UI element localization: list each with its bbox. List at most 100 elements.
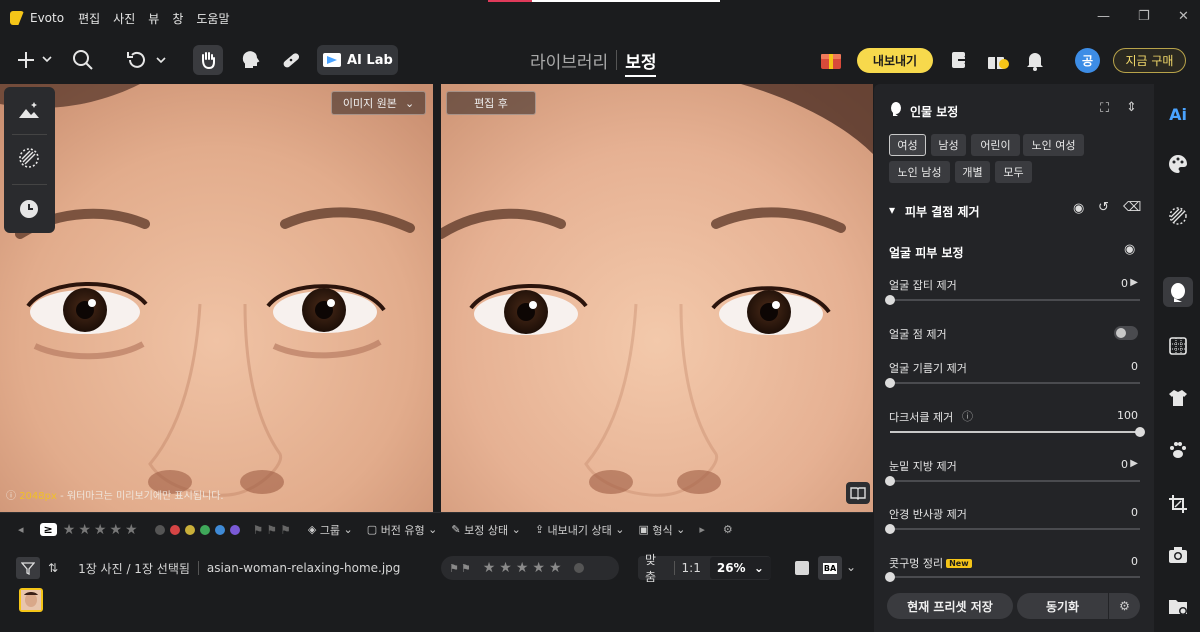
star-icon[interactable]: ★ xyxy=(125,522,138,538)
color-dot-purple[interactable] xyxy=(229,524,240,535)
edit-status-filter[interactable]: ✎ 보정 상태 ⌄ xyxy=(451,522,520,538)
sync-settings-button[interactable]: ⚙ xyxy=(1109,593,1140,619)
paw-icon[interactable] xyxy=(1166,438,1190,462)
filter-settings-icon[interactable]: ⚙ xyxy=(723,523,733,536)
color-dot-blue[interactable] xyxy=(214,524,225,535)
filmstrip-thumbnail[interactable] xyxy=(19,588,43,612)
section-collapse-icon[interactable]: ▾ xyxy=(889,203,895,217)
expand-arrow-icon[interactable]: ▶ xyxy=(1130,277,1138,288)
dark-circle-slider[interactable] xyxy=(890,427,1145,437)
reset-icon[interactable]: ↺ xyxy=(1098,200,1109,215)
after-image-pane[interactable]: 편집 후 xyxy=(441,84,873,512)
add-button[interactable] xyxy=(14,48,54,72)
save-preset-button[interactable]: 현재 프리셋 저장 xyxy=(887,593,1013,619)
star-icon[interactable]: ★ xyxy=(78,522,91,538)
buy-now-button[interactable]: 지금 구매 xyxy=(1113,48,1186,73)
ai-icon[interactable]: Ai xyxy=(1166,102,1190,126)
split-divider[interactable] xyxy=(433,84,441,512)
expand-arrow-icon[interactable]: ▶ xyxy=(1130,458,1138,469)
eye-icon[interactable]: ◉ xyxy=(1124,242,1135,257)
mole-removal-toggle[interactable] xyxy=(1114,326,1138,340)
menu-help[interactable]: 도움말 xyxy=(196,10,229,27)
section-title[interactable]: 피부 결점 제거 xyxy=(905,203,980,220)
tab-retouch[interactable]: 보정 xyxy=(625,48,657,77)
eye-bag-slider[interactable] xyxy=(885,476,1140,486)
before-view-dropdown[interactable]: 이미지 원본 ⌄ xyxy=(331,91,426,115)
glasses-glare-slider[interactable] xyxy=(885,524,1140,534)
color-label-dot[interactable] xyxy=(573,563,584,573)
chip-child[interactable]: 어린이 xyxy=(971,134,1020,156)
chip-female[interactable]: 여성 xyxy=(889,134,926,156)
menu-view[interactable]: 뷰 xyxy=(148,10,159,27)
export-to-button[interactable] xyxy=(948,48,972,72)
color-dot-yellow[interactable] xyxy=(184,524,195,535)
sky-tool-button[interactable] xyxy=(18,99,40,121)
menu-photo[interactable]: 사진 xyxy=(113,10,135,27)
star-icon[interactable]: ★ xyxy=(63,522,76,538)
palette-icon[interactable] xyxy=(1166,152,1190,176)
crop-icon[interactable] xyxy=(1166,492,1190,516)
sort-icon[interactable]: ⇅ xyxy=(48,561,58,575)
scroll-right-icon[interactable]: ▸ xyxy=(699,523,705,536)
star-icon[interactable]: ★ xyxy=(94,522,107,538)
rating-filter-stars[interactable]: ★ ★ ★ ★ ★ xyxy=(63,522,141,538)
expand-collapse-icon[interactable]: ⇕ xyxy=(1126,100,1137,115)
minimize-icon[interactable]: — xyxy=(1097,9,1110,24)
oil-slider[interactable] xyxy=(885,378,1140,388)
menu-window[interactable]: 창 xyxy=(172,10,183,27)
help-icon[interactable]: ⓘ xyxy=(962,408,973,424)
compare-view-button[interactable] xyxy=(846,482,870,504)
single-view-icon[interactable] xyxy=(795,561,809,575)
chip-male[interactable]: 남성 xyxy=(931,134,966,156)
face-detect-icon[interactable]: ⛶ xyxy=(1100,101,1109,116)
face-icon[interactable] xyxy=(1163,277,1193,307)
zoom-fit-button[interactable]: 맞춤 xyxy=(638,551,674,585)
gift-button[interactable] xyxy=(818,48,844,72)
chip-elder-male[interactable]: 노인 남성 xyxy=(889,161,950,183)
chip-elder-female[interactable]: 노인 여성 xyxy=(1023,134,1084,156)
color-dot-gray[interactable] xyxy=(154,524,165,535)
eye-icon[interactable]: ◉ xyxy=(1073,201,1084,216)
menu-edit[interactable]: 편집 xyxy=(78,10,100,27)
view-options-chevron-icon[interactable]: ⌄ xyxy=(846,560,856,574)
format-filter[interactable]: ▣ 형식 ⌄ xyxy=(638,522,685,538)
notifications-button[interactable] xyxy=(1023,48,1047,72)
blemish-slider[interactable] xyxy=(885,295,1140,305)
user-avatar[interactable]: 공 xyxy=(1075,48,1100,73)
texture-tool-button[interactable] xyxy=(18,147,40,169)
zoom-1to1-button[interactable]: 1:1 xyxy=(675,561,708,575)
before-after-toggle[interactable]: BA xyxy=(818,556,842,580)
hand-tool-button[interactable] xyxy=(193,45,223,75)
export-status-filter[interactable]: ⇪ 내보내기 상태 ⌄ xyxy=(535,522,625,538)
shirt-icon[interactable] xyxy=(1166,386,1190,410)
flag-filter-icons[interactable]: ⚑⚑⚑ xyxy=(253,523,294,537)
star-icon[interactable]: ★ xyxy=(109,522,122,538)
zoom-level-dropdown[interactable]: 26% ⌄ xyxy=(709,557,771,579)
restore-icon[interactable]: ❐ xyxy=(1138,9,1150,24)
sync-button[interactable]: 동기화 xyxy=(1017,593,1108,619)
texture-icon[interactable] xyxy=(1166,204,1190,228)
chip-individual[interactable]: 개별 xyxy=(955,161,990,183)
camera-icon[interactable] xyxy=(1166,543,1190,567)
ai-lab-button[interactable]: AI Lab xyxy=(317,45,398,75)
eraser-icon[interactable]: ⌫ xyxy=(1123,200,1141,215)
nostril-slider[interactable] xyxy=(885,572,1140,582)
rewards-button[interactable] xyxy=(985,48,1011,72)
close-icon[interactable]: ✕ xyxy=(1178,9,1189,24)
before-image-pane[interactable]: 이미지 원본 ⌄ ⓘ 2048px - 워터마크는 미리보기에만 표시됩니다. xyxy=(0,84,433,512)
flag-icons[interactable]: ⚑⚑ xyxy=(449,562,473,575)
search-button[interactable] xyxy=(71,48,95,72)
rating-operator[interactable]: ≥ xyxy=(39,523,57,536)
chip-all[interactable]: 모두 xyxy=(995,161,1032,183)
version-type-filter[interactable]: ▢ 버전 유형 ⌄ xyxy=(367,522,438,538)
history-button[interactable] xyxy=(124,48,170,72)
face-tool-button[interactable] xyxy=(239,48,263,72)
grid-icon[interactable] xyxy=(1166,334,1190,358)
tab-library[interactable]: 라이브러리 xyxy=(530,48,608,77)
filter-toggle-button[interactable] xyxy=(16,557,40,579)
export-button[interactable]: 내보내기 xyxy=(857,48,933,73)
rating-stars[interactable]: ★★★★★ xyxy=(483,560,566,576)
group-filter[interactable]: ◈ 그룹 ⌄ xyxy=(308,522,353,538)
scroll-left-icon[interactable]: ◂ xyxy=(18,523,24,536)
folder-icon[interactable] xyxy=(1166,594,1190,618)
